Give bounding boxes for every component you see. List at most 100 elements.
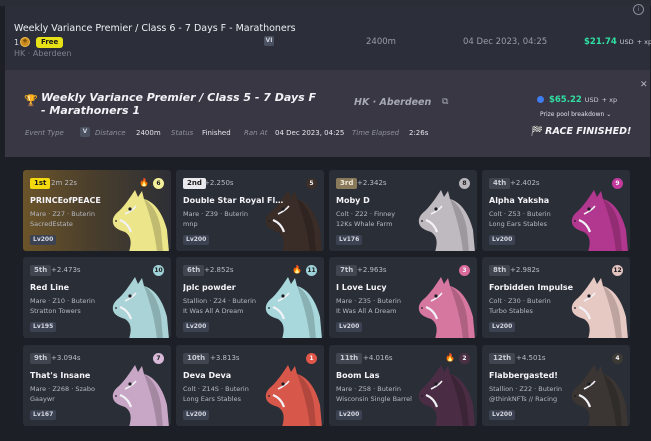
result-card[interactable]: 3rd +2.342s 8 Moby D Colt · Z22 · Finney…: [329, 170, 477, 251]
result-card[interactable]: 5th +2.473s 10 Red Line Mare · Z10 · But…: [23, 257, 171, 338]
finish-time-gap: +4.016s: [363, 354, 393, 362]
horse-details: Mare · Z27 · Buterin: [30, 210, 95, 218]
horse-owner[interactable]: SacredEstate: [30, 220, 130, 228]
finish-position-badge: 12th: [489, 353, 516, 364]
finish-time-gap: +2.402s: [510, 179, 540, 187]
horse-name[interactable]: Forbidden Impulse: [489, 283, 591, 292]
gate-number-badge: 1: [306, 353, 317, 364]
result-card[interactable]: 2nd +2.250s 5 Double Star Royal Flush Ma…: [176, 170, 324, 251]
result-card[interactable]: 1st 2m 22s 🔥 6 PRINCEofPEACE Mare · Z27 …: [23, 170, 171, 251]
finish-time-gap: +3.094s: [51, 354, 81, 362]
horse-details: Mare · Z268 · Szabo: [30, 385, 95, 393]
info-icon[interactable]: i: [633, 4, 644, 15]
finish-position-badge: 8th: [489, 265, 511, 276]
level-badge: Lv167: [30, 410, 57, 420]
horse-owner[interactable]: Stratton Towers: [30, 307, 130, 315]
horse-name[interactable]: Moby D: [336, 196, 438, 205]
horse-details: Colt · Z14S · Buterin: [183, 385, 249, 393]
gate-number-badge: 10: [153, 265, 164, 276]
horse-name[interactable]: Jplc powder: [183, 283, 285, 292]
result-card[interactable]: 10th +3.813s 1 Deva Deva Colt · Z14S · B…: [176, 345, 324, 426]
result-card[interactable]: 4th +2.402s 9 Alpha Yaksha Colt · Z53 · …: [482, 170, 630, 251]
level-badge: Lv200: [336, 410, 363, 420]
horse-owner[interactable]: Turbo Stables: [489, 307, 589, 315]
finish-position-badge: 1st: [30, 178, 51, 189]
gate-number-badge: 9: [612, 178, 623, 189]
horse-owner[interactable]: Gaaywr: [30, 395, 130, 403]
finish-position-badge: 2nd: [183, 178, 206, 189]
horse-owner[interactable]: Long Ears Stables: [489, 220, 589, 228]
breakdown-label: Prize pool breakdown: [540, 111, 605, 118]
level-badge: Lv200: [30, 235, 57, 245]
previous-race-location: HK · Aberdeen: [14, 49, 72, 58]
horse-name[interactable]: Boom Las: [336, 371, 438, 380]
previous-race-distance: 2400m: [366, 37, 396, 47]
result-card[interactable]: 7th +2.963s 3 I Love Lucy Mare · Z35 · B…: [329, 257, 477, 338]
checkered-flag-icon: 🏁: [530, 126, 546, 137]
gate-number-badge: 7: [153, 353, 164, 364]
level-badge: Lv176: [336, 235, 363, 245]
chevron-down-icon: ⌄: [606, 111, 612, 118]
result-card[interactable]: 9th +3.094s 7 That's Insane Mare · Z268 …: [23, 345, 171, 426]
horse-name[interactable]: Double Star Royal Flush: [183, 196, 285, 205]
flame-icon: 🔥: [445, 353, 455, 362]
event-type-value: V: [80, 127, 90, 137]
horse-name[interactable]: I Love Lucy: [336, 283, 438, 292]
finish-position-badge: 10th: [183, 353, 210, 364]
horse-owner[interactable]: Wisconsin Single Barrel: [336, 395, 436, 403]
previous-race-row[interactable]: Weekly Variance Premier / Class 6 - 7 Da…: [5, 4, 651, 70]
gate-number-badge: 5: [306, 178, 317, 189]
prize-amount: $21.74: [584, 37, 617, 47]
flame-icon: 🔥: [139, 178, 149, 187]
level-badge: Lv200: [183, 235, 210, 245]
horse-owner[interactable]: Long Ears Stables: [183, 395, 283, 403]
ran-at-value: 04 Dec 2023, 04:25: [275, 129, 345, 137]
prize-xp: + xp: [601, 96, 618, 104]
level-badge: Lv200: [489, 322, 516, 332]
gate-number-badge: 4: [612, 353, 623, 364]
close-icon[interactable]: ✕: [640, 80, 648, 90]
finish-time-gap: +3.813s: [210, 354, 240, 362]
horse-name[interactable]: Red Line: [30, 283, 132, 292]
level-badge: Lv200: [489, 235, 516, 245]
gate-number-badge: 6: [153, 178, 164, 189]
level-badge: Lv195: [30, 322, 57, 332]
prize-currency: USD: [584, 96, 599, 104]
horse-owner[interactable]: mnp: [183, 220, 283, 228]
finish-position-badge: 4th: [489, 178, 511, 189]
result-card[interactable]: 6th +2.852s 🔥 11 Jplc powder Stallion · …: [176, 257, 324, 338]
finish-time-gap: +4.501s: [516, 354, 546, 362]
race-finished-status: 🏁 RACE FINISHED!: [530, 126, 631, 137]
horse-details: Colt · Z53 · Buterin: [489, 210, 551, 218]
horse-owner[interactable]: 12Ks Whale Farm: [336, 220, 436, 228]
gate-number-badge: 11: [306, 265, 317, 276]
horse-owner[interactable]: @thinkNFTs // Racing: [489, 395, 589, 403]
horse-name[interactable]: Flabbergasted!: [489, 371, 591, 380]
race-title: Weekly Variance Premier / Class 5 - 7 Da…: [41, 91, 317, 117]
previous-race-entrants: 1: [14, 38, 20, 47]
ran-at-label: Ran At: [244, 129, 268, 137]
copy-icon[interactable]: ⧉: [442, 97, 448, 107]
finish-position-badge: 9th: [30, 353, 52, 364]
horse-details: Mare · Z10 · Buterin: [30, 297, 95, 305]
horse-owner[interactable]: It Was All A Dream: [336, 307, 436, 315]
horse-details: Colt · Z22 · Finney: [336, 210, 396, 218]
result-card[interactable]: 11th +4.016s 🔥 2 Boom Las Mare · Z58 · B…: [329, 345, 477, 426]
prize-pool-breakdown-toggle[interactable]: Prize pool breakdown ⌄: [540, 111, 611, 118]
horse-owner[interactable]: It Was All A Dream: [183, 307, 283, 315]
horse-name[interactable]: PRINCEofPEACE: [30, 196, 132, 205]
finish-position-badge: 5th: [30, 265, 52, 276]
gate-number-badge: 12: [612, 265, 623, 276]
result-card[interactable]: 8th +2.982s 12 Forbidden Impulse Colt · …: [482, 257, 630, 338]
horse-name[interactable]: Deva Deva: [183, 371, 285, 380]
horse-name[interactable]: That's Insane: [30, 371, 132, 380]
horse-details: Stallion · Z24 · Buterin: [183, 297, 257, 305]
finish-position-badge: 11th: [336, 353, 363, 364]
event-type-icon: VI: [264, 36, 274, 46]
finish-time-gap: +2.982s: [510, 266, 540, 274]
trophy-icon: 🏆: [24, 94, 38, 107]
horse-details: Mare · Z35 · Buterin: [336, 297, 401, 305]
horse-name[interactable]: Alpha Yaksha: [489, 196, 591, 205]
previous-race-title: Weekly Variance Premier / Class 6 - 7 Da…: [14, 23, 296, 34]
result-card[interactable]: 12th +4.501s 4 Flabbergasted! Stallion ·…: [482, 345, 630, 426]
